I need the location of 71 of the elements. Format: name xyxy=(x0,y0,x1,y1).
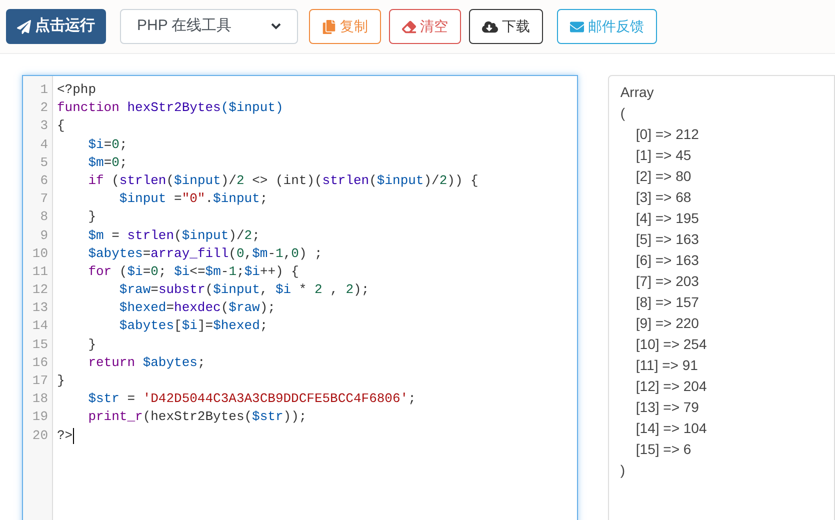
code-line: $hexed=hexdec($raw); xyxy=(118,299,276,318)
code-line: } xyxy=(57,372,65,390)
cloud-download-icon xyxy=(482,18,498,34)
code-line: $raw=substr($input, $i * 2 , 2); xyxy=(118,281,370,300)
text-cursor xyxy=(72,428,74,444)
code-editor[interactable] xyxy=(22,75,578,520)
chevron-down-icon xyxy=(271,23,281,30)
line-number: 16 xyxy=(32,354,48,372)
line-number: 12 xyxy=(32,281,48,300)
line-number: 15 xyxy=(32,336,48,354)
clear-button[interactable]: 清空 xyxy=(389,9,461,44)
output-line: [9] => 220 xyxy=(634,314,699,333)
line-number: 1 xyxy=(40,81,48,99)
code-line: $abytes=array_fill(0,$m-1,0) ; xyxy=(87,244,322,263)
line-number: 20 xyxy=(32,426,48,445)
code-line: $i=0; xyxy=(87,136,128,154)
output-line: [4] => 195 xyxy=(634,209,699,228)
output-line: [10] => 254 xyxy=(634,335,707,354)
output-line: [14] => 104 xyxy=(634,419,707,438)
code-line: $m=0; xyxy=(87,154,128,172)
output-line: [15] => 6 xyxy=(634,440,692,459)
code-line: ?> xyxy=(57,426,73,445)
output-line: [3] => 68 xyxy=(634,188,692,207)
code-line: function hexStr2Bytes($input) xyxy=(57,99,284,118)
line-number: 2 xyxy=(40,99,48,118)
output-line: [5] => 163 xyxy=(634,230,699,249)
line-number: 13 xyxy=(32,299,48,318)
code-line: for ($i=0; $i<=$m-1;$i++) { xyxy=(87,262,299,281)
output-line: [8] => 157 xyxy=(634,293,699,312)
output-line: [6] => 163 xyxy=(634,251,699,270)
language-select[interactable]: PHP 在线工具 xyxy=(120,9,298,44)
code-line: } xyxy=(87,208,96,226)
line-number: 10 xyxy=(32,244,48,263)
line-number: 17 xyxy=(32,372,48,390)
line-number: 8 xyxy=(40,208,48,226)
output-line: [2] => 80 xyxy=(634,167,692,186)
run-button[interactable]: 点击运行 xyxy=(6,9,106,44)
code-line: $abytes[$i]=$hexed; xyxy=(118,317,268,336)
line-number: 5 xyxy=(40,154,48,172)
line-number: 3 xyxy=(40,117,48,136)
copy-icon xyxy=(322,20,336,34)
output-line: [1] => 45 xyxy=(634,146,692,165)
envelope-icon xyxy=(570,20,584,34)
line-number: 19 xyxy=(32,408,48,426)
line-number: 11 xyxy=(32,262,48,281)
output-line: ( xyxy=(620,104,626,123)
code-line: print_r(hexStr2Bytes($str)); xyxy=(87,408,307,426)
line-number: 6 xyxy=(40,172,48,190)
eraser-icon xyxy=(402,20,416,34)
code-line: if (strlen($input)/2 <> (int)(strlen($input)/2)) { xyxy=(87,172,478,190)
code-line: $str = 'D42D5044C3A3A3CB9DDCFE5BCC4F6806'; xyxy=(87,390,416,408)
code-line: $input ="0".$input; xyxy=(118,190,268,208)
line-number: 7 xyxy=(40,190,48,208)
line-number: 4 xyxy=(40,136,48,154)
code-line: } xyxy=(87,336,96,354)
code-line: { xyxy=(57,117,65,136)
code-line: <?php xyxy=(57,81,96,99)
output-line: [13] => 79 xyxy=(634,398,699,417)
code-line: return $abytes; xyxy=(87,354,206,372)
output-line: [12] => 204 xyxy=(634,377,707,396)
output-line: [11] => 91 xyxy=(634,356,698,375)
paper-plane-icon xyxy=(17,20,31,34)
line-number: 14 xyxy=(32,317,48,336)
line-number: 18 xyxy=(32,390,48,408)
output-line: ) xyxy=(620,461,626,480)
download-button[interactable]: 下载 xyxy=(469,9,543,44)
output-line: [7] => 203 xyxy=(634,272,699,291)
output-line: Array xyxy=(620,83,654,102)
output-line: [0] => 212 xyxy=(634,125,699,144)
line-number: 9 xyxy=(40,226,48,244)
code-line: $m = strlen($input)/2; xyxy=(87,226,260,244)
